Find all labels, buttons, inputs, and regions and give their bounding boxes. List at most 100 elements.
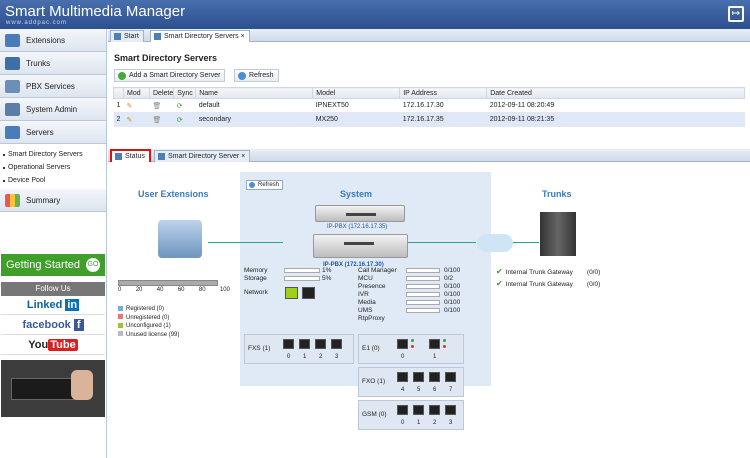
admin-icon bbox=[5, 103, 20, 116]
usage-axis: 0 20 40 60 80 100 bbox=[118, 287, 230, 293]
sidebar-item-servers[interactable]: Servers bbox=[0, 121, 106, 144]
delete-icon[interactable]: 🗑 bbox=[149, 112, 174, 127]
connector-line bbox=[408, 242, 476, 243]
extensions-icon bbox=[5, 34, 20, 47]
col-mod[interactable]: Mod bbox=[123, 87, 150, 99]
main-content: Start Smart Directory Servers × Smart Di… bbox=[108, 29, 750, 458]
close-icon[interactable]: × bbox=[241, 153, 245, 160]
phone-icon bbox=[158, 220, 202, 258]
table-row[interactable]: 1 ✎ 🗑 ⟳ default IPNEXT50 172.16.17.30 20… bbox=[113, 98, 745, 113]
col-name[interactable]: Name bbox=[195, 87, 314, 99]
col-model[interactable]: Model bbox=[312, 87, 401, 99]
sidebar-item-extensions[interactable]: Extensions bbox=[0, 29, 106, 52]
delete-icon[interactable]: 🗑 bbox=[149, 98, 174, 113]
trunks-icon bbox=[5, 57, 20, 70]
storage-bar bbox=[284, 276, 320, 281]
trunk-server-icon bbox=[540, 212, 576, 256]
edit-icon[interactable]: ✎ bbox=[123, 112, 150, 127]
network-port-icon bbox=[302, 287, 315, 299]
panel-title: Smart Directory Servers bbox=[114, 53, 218, 63]
connector-line bbox=[512, 242, 539, 243]
server-tab-icon bbox=[154, 33, 161, 40]
linkedin-link[interactable]: Linked in bbox=[1, 299, 105, 315]
table-header: Mod Delete Sync Name Model IP Address Da… bbox=[113, 87, 745, 99]
system-title: System bbox=[340, 189, 373, 199]
follow-us-label: Follow Us bbox=[1, 282, 105, 296]
trunks-title: Trunks bbox=[542, 189, 572, 199]
legend-unregistered: Unregistered (0) bbox=[118, 314, 179, 323]
legend: Registered (0) Unregistered (0) Unconfig… bbox=[118, 305, 179, 339]
storage-value: 5% bbox=[322, 275, 332, 282]
sync-icon[interactable]: ⟳ bbox=[173, 112, 196, 127]
refresh-button[interactable]: Refresh bbox=[234, 69, 279, 82]
tab-smart-directory-server[interactable]: Smart Directory Server × bbox=[154, 150, 251, 162]
check-icon: ✔ bbox=[496, 267, 503, 276]
add-icon bbox=[118, 72, 126, 80]
sidebar-item-system-admin[interactable]: System Admin bbox=[0, 98, 106, 121]
memory-label: Memory bbox=[244, 267, 268, 274]
youtube-link[interactable]: You Tube bbox=[1, 339, 105, 355]
e1-module: E1 (0) 0 1 bbox=[358, 334, 464, 364]
sidebar-subitem-device-pool[interactable]: Device Pool bbox=[0, 174, 106, 187]
sidebar-subitem-operational[interactable]: Operational Servers bbox=[0, 161, 106, 174]
facebook-link[interactable]: facebook f bbox=[1, 319, 105, 335]
refresh-icon bbox=[249, 182, 255, 188]
sync-icon[interactable]: ⟳ bbox=[173, 98, 196, 113]
storage-label: Storage bbox=[244, 275, 267, 282]
service-values: 0/100 0/2 0/100 0/100 0/100 0/100 bbox=[444, 267, 461, 314]
edit-icon[interactable]: ✎ bbox=[123, 98, 150, 113]
bottom-tabbar: Status Smart Directory Server × bbox=[108, 149, 750, 162]
service-bars bbox=[406, 268, 440, 316]
sidebar-item-summary[interactable]: Summary bbox=[0, 189, 106, 212]
check-icon: ✔ bbox=[496, 279, 503, 288]
connector-line bbox=[208, 242, 283, 243]
summary-icon bbox=[5, 194, 20, 207]
user-extensions-title: User Extensions bbox=[138, 189, 209, 199]
app-header: Smart Multimedia Manager www.addpac.com … bbox=[0, 0, 750, 29]
sidebar-item-pbx-services[interactable]: PBX Services bbox=[0, 75, 106, 98]
status-pane: User Extensions System Trunks Refresh IP… bbox=[108, 162, 750, 458]
servers-table: Mod Delete Sync Name Model IP Address Da… bbox=[113, 87, 745, 127]
getting-started-button[interactable]: Getting Started GO bbox=[1, 254, 105, 276]
cloud-icon bbox=[477, 234, 513, 252]
status-icon bbox=[115, 153, 122, 160]
sidebar-subitem-smart-directory[interactable]: Smart Directory Servers bbox=[0, 148, 106, 161]
col-ip[interactable]: IP Address bbox=[399, 87, 488, 99]
col-sync[interactable]: Sync bbox=[173, 87, 197, 99]
tab-start[interactable]: Start bbox=[110, 30, 144, 42]
memory-value: 1% bbox=[322, 267, 332, 274]
system-refresh-button[interactable]: Refresh bbox=[246, 180, 284, 190]
gsm-module: GSM (0) 0 1 2 3 bbox=[358, 400, 464, 430]
legend-registered: Registered (0) bbox=[118, 305, 179, 314]
ip-pbx-server-icon[interactable] bbox=[313, 234, 408, 258]
bottom-area: Status Smart Directory Server × User Ext… bbox=[108, 149, 750, 458]
logout-icon[interactable]: ↦ bbox=[728, 6, 744, 22]
sidebar-item-trunks[interactable]: Trunks bbox=[0, 52, 106, 75]
fxs-module: FXS (1) 0 1 2 3 bbox=[244, 334, 354, 364]
col-delete[interactable]: Delete bbox=[148, 87, 175, 99]
table-row[interactable]: 2 ✎ 🗑 ⟳ secondary MX250 172.16.17.35 201… bbox=[113, 112, 745, 127]
app-subtitle: www.addpac.com bbox=[6, 20, 68, 26]
legend-unconfigured: Unconfigured (1) bbox=[118, 322, 179, 331]
ip-pbx-server-icon[interactable] bbox=[315, 205, 405, 222]
services-list: Call Manager MCU Presence IVR Media UMS … bbox=[358, 267, 397, 322]
col-date[interactable]: Date Created bbox=[486, 87, 745, 99]
refresh-icon bbox=[238, 72, 246, 80]
servers-icon bbox=[5, 126, 20, 139]
add-server-button[interactable]: Add a Smart Directory Server bbox=[114, 69, 226, 82]
promo-video-thumbnail[interactable] bbox=[1, 360, 105, 417]
ip-pbx-label: IP-PBX (172.16.17.35) bbox=[327, 224, 388, 230]
hand-image bbox=[71, 370, 93, 400]
close-icon[interactable]: × bbox=[241, 33, 245, 40]
trunk-gateway-row[interactable]: ✔ Internal Trunk Gateway (0/0) bbox=[496, 267, 600, 276]
trunk-gateway-row[interactable]: ✔ Internal Trunk Gateway (0/0) bbox=[496, 279, 600, 288]
tab-smart-directory-servers[interactable]: Smart Directory Servers × bbox=[150, 30, 250, 42]
tab-status[interactable]: Status bbox=[110, 149, 151, 162]
server-tab-icon bbox=[158, 153, 165, 160]
network-label: Network bbox=[244, 289, 268, 296]
top-tabbar: Start Smart Directory Servers × bbox=[108, 29, 750, 42]
go-icon: GO bbox=[86, 258, 100, 272]
home-icon bbox=[114, 33, 121, 40]
legend-unused: Unused license (99) bbox=[118, 331, 179, 340]
sidebar: Extensions Trunks PBX Services System Ad… bbox=[0, 29, 107, 458]
